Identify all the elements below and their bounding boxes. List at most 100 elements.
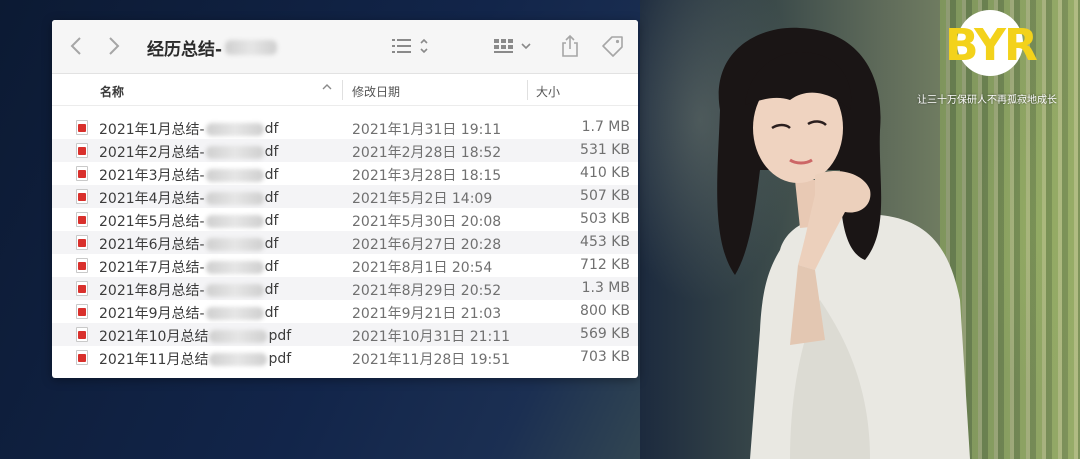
file-row[interactable]: 2021年1月总结-df 2021年1月31日 19:11 1.7 MB — [52, 116, 638, 139]
file-date: 2021年5月2日 14:09 — [352, 191, 493, 207]
file-size: 712 KB — [580, 257, 630, 273]
file-date: 2021年3月28日 18:15 — [352, 168, 502, 184]
file-row[interactable]: 2021年5月总结-df 2021年5月30日 20:08 503 KB — [52, 208, 638, 231]
file-name-prefix: 2021年3月总结- — [99, 168, 205, 184]
brand-slogan: 让三十万保研人不再孤寂地成长 — [917, 95, 1057, 106]
file-name: 2021年4月总结-df — [99, 188, 278, 208]
file-name-prefix: 2021年5月总结- — [99, 214, 205, 230]
column-date[interactable]: 修改日期 — [352, 83, 400, 100]
file-row[interactable]: 2021年10月总结 pdf 2021年10月31日 21:11 569 KB — [52, 323, 638, 346]
column-header: 名称 修改日期 大小 — [52, 74, 638, 106]
share-icon[interactable] — [560, 34, 580, 61]
file-row[interactable]: 2021年8月总结-df 2021年8月29日 20:52 1.3 MB — [52, 277, 638, 300]
file-date: 2021年1月31日 19:11 — [352, 122, 502, 138]
pdf-file-icon — [76, 189, 88, 204]
file-name-prefix: 2021年7月总结- — [99, 260, 205, 276]
file-name-prefix: 2021年9月总结- — [99, 306, 205, 322]
file-row[interactable]: 2021年9月总结-df 2021年9月21日 21:03 800 KB — [52, 300, 638, 323]
file-row[interactable]: 2021年11月总结 pdf 2021年11月28日 19:51 703 KB — [52, 346, 638, 369]
redacted-name — [205, 306, 264, 320]
redacted-name — [205, 122, 264, 136]
file-name: 2021年5月总结-df — [99, 211, 278, 231]
window-title-text: 经历总结- — [147, 40, 223, 60]
redacted-name — [209, 352, 268, 366]
file-date: 2021年8月1日 20:54 — [352, 260, 493, 276]
file-size: 1.7 MB — [581, 119, 630, 135]
column-size[interactable]: 大小 — [536, 83, 560, 100]
list-view-icon[interactable] — [392, 36, 432, 59]
file-name-suffix: df — [264, 213, 279, 229]
pdf-file-icon — [76, 120, 88, 135]
toolbar: 经历总结- — [52, 20, 638, 74]
pdf-file-icon — [76, 143, 88, 158]
file-name: 2021年11月总结 pdf — [99, 349, 291, 369]
file-name: 2021年9月总结-df — [99, 303, 278, 323]
file-date: 2021年9月21日 21:03 — [352, 306, 502, 322]
pdf-file-icon — [76, 281, 88, 296]
redacted-name — [205, 260, 264, 274]
file-name-suffix: df — [264, 144, 279, 160]
file-name-suffix: pdf — [268, 328, 292, 344]
file-name-prefix: 2021年2月总结- — [99, 145, 205, 161]
file-name-prefix: 2021年10月总结 — [99, 329, 209, 345]
file-list: 2021年1月总结-df 2021年1月31日 19:11 1.7 MB 2021年2… — [52, 106, 638, 369]
file-name-prefix: 2021年4月总结- — [99, 191, 205, 207]
file-date: 2021年2月28日 18:52 — [352, 145, 502, 161]
pdf-file-icon — [76, 350, 88, 365]
pdf-file-icon — [76, 304, 88, 319]
file-name-suffix: pdf — [268, 351, 292, 367]
grid-view-icon[interactable] — [494, 36, 538, 59]
file-name-prefix: 2021年6月总结- — [99, 237, 205, 253]
redacted-name — [209, 329, 268, 343]
file-name-prefix: 2021年11月总结 — [99, 352, 209, 368]
file-date: 2021年8月29日 20:52 — [352, 283, 502, 299]
pdf-file-icon — [76, 212, 88, 227]
column-divider[interactable] — [342, 80, 343, 100]
file-name-suffix: df — [264, 282, 279, 298]
chevron-right-icon[interactable] — [108, 36, 120, 59]
file-name-suffix: df — [264, 167, 279, 183]
file-name: 2021年3月总结-df — [99, 165, 278, 185]
redacted-name — [205, 237, 264, 251]
file-row[interactable]: 2021年3月总结-df 2021年3月28日 18:15 410 KB — [52, 162, 638, 185]
finder-window: 经历总结- 名称 修改日期 大小 2021年1月总结- df 2021年1月31… — [52, 20, 638, 378]
brand-logo: BYR 让三十万保研人不再孤寂地成长 — [905, 8, 1075, 108]
pdf-file-icon — [76, 258, 88, 273]
file-name: 2021年2月总结-df — [99, 142, 278, 162]
file-size: 410 KB — [580, 165, 630, 181]
redacted-name — [205, 191, 264, 205]
file-name-suffix: df — [264, 121, 279, 137]
file-size: 507 KB — [580, 188, 630, 204]
column-divider[interactable] — [527, 80, 528, 100]
sort-ascending-icon[interactable] — [322, 82, 332, 95]
file-name-suffix: df — [264, 236, 279, 252]
file-name-suffix: df — [264, 190, 279, 206]
redacted-name — [205, 214, 264, 228]
file-row[interactable]: 2021年2月总结-df 2021年2月28日 18:52 531 KB — [52, 139, 638, 162]
tag-icon[interactable] — [600, 34, 626, 61]
chevron-left-icon[interactable] — [70, 36, 82, 59]
file-size: 1.3 MB — [581, 280, 630, 296]
file-name: 2021年1月总结-df — [99, 119, 278, 139]
file-size: 569 KB — [580, 326, 630, 342]
file-name-suffix: df — [264, 259, 279, 275]
column-name[interactable]: 名称 — [100, 83, 124, 100]
file-date: 2021年11月28日 19:51 — [352, 352, 511, 368]
file-name: 2021年8月总结-df — [99, 280, 278, 300]
file-row[interactable]: 2021年4月总结-df 2021年5月2日 14:09 507 KB — [52, 185, 638, 208]
window-title: 经历总结- — [147, 35, 278, 60]
file-date: 2021年6月27日 20:28 — [352, 237, 502, 253]
file-row[interactable]: 2021年6月总结-df 2021年6月27日 20:28 453 KB — [52, 231, 638, 254]
file-name-prefix: 2021年1月总结- — [99, 122, 205, 138]
file-size: 453 KB — [580, 234, 630, 250]
file-name: 2021年7月总结-df — [99, 257, 278, 277]
file-name-suffix: df — [264, 305, 279, 321]
redacted-name — [225, 40, 278, 55]
file-date: 2021年5月30日 20:08 — [352, 214, 502, 230]
file-row[interactable]: 2021年7月总结-df 2021年8月1日 20:54 712 KB — [52, 254, 638, 277]
pdf-file-icon — [76, 327, 88, 342]
file-date: 2021年10月31日 21:11 — [352, 329, 511, 345]
redacted-name — [205, 145, 264, 159]
redacted-name — [205, 168, 264, 182]
file-name: 2021年10月总结 pdf — [99, 326, 291, 346]
